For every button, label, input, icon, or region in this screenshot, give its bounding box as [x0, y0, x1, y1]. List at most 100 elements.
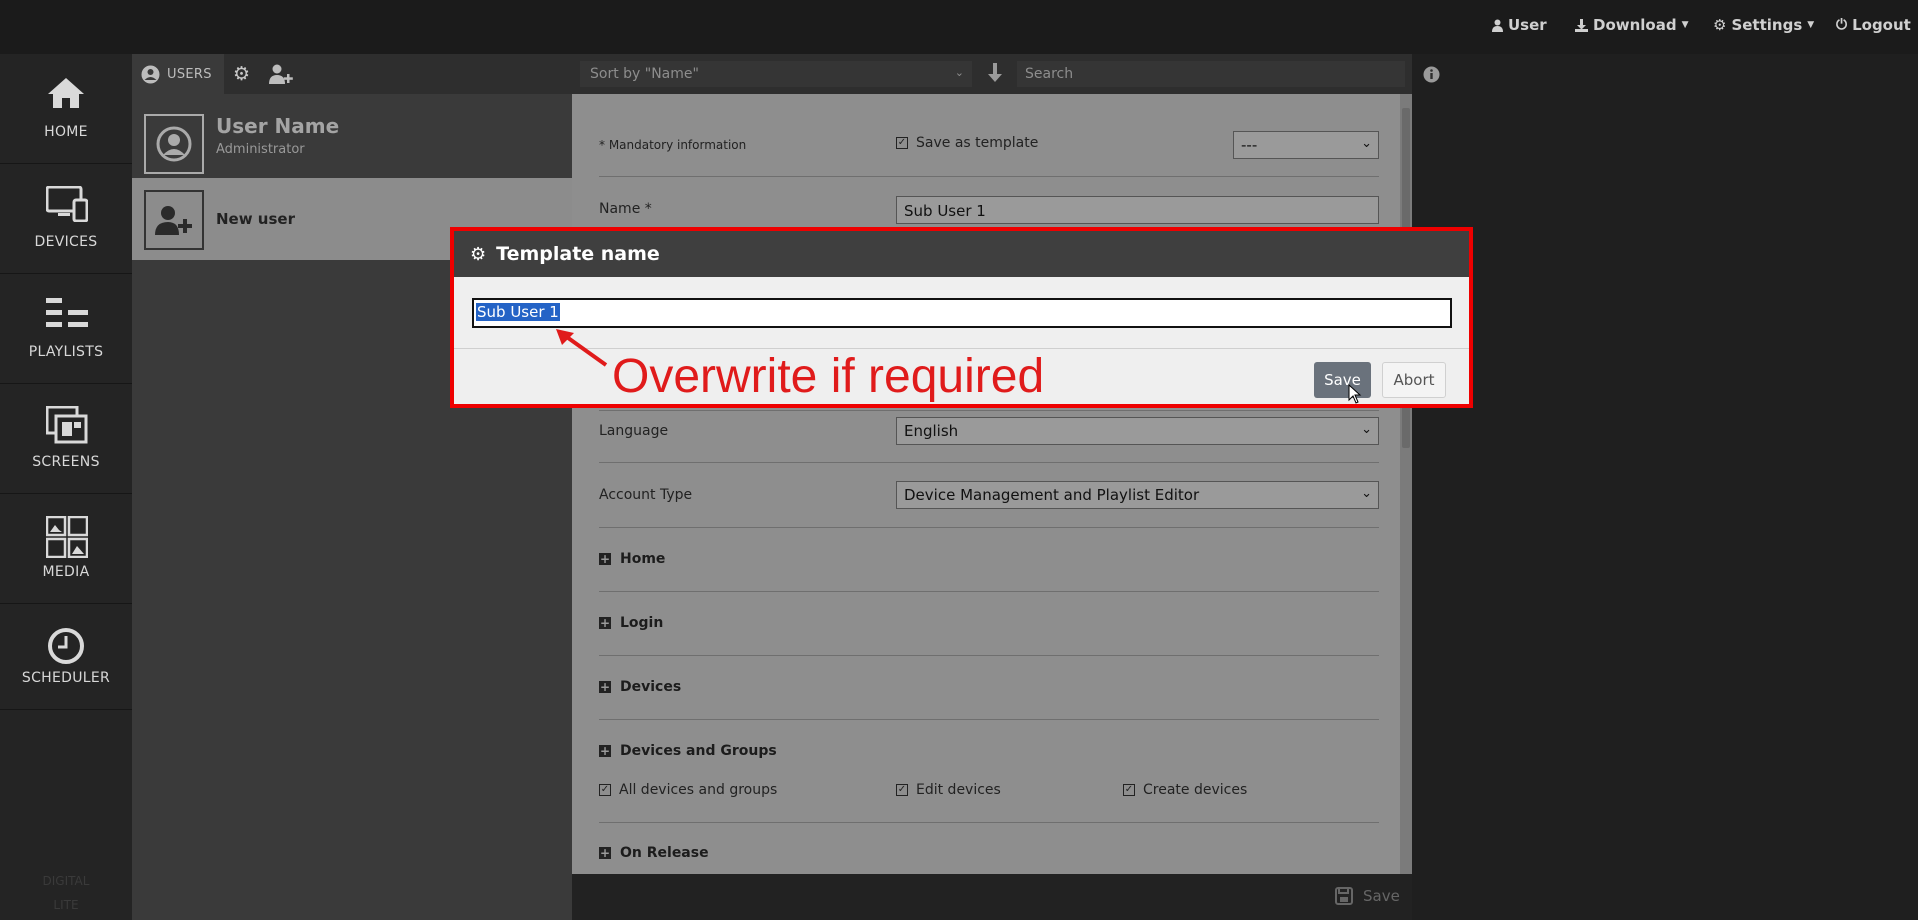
template-select[interactable]: --- ⌄ — [1233, 131, 1379, 159]
expand-plus-icon: + — [599, 680, 611, 694]
section-devices-and-groups[interactable]: + Devices and Groups — [599, 743, 777, 759]
form-save-button[interactable]: Save — [1335, 887, 1400, 905]
chevron-down-icon: ⌄ — [1361, 136, 1372, 151]
checkbox-label: Edit devices — [916, 782, 1001, 798]
logout-label: Logout — [1852, 16, 1911, 34]
media-icon — [46, 516, 88, 558]
top-bar: User Download ▼ ⚙ Settings ▼ ⏻ Logout — [0, 0, 1918, 54]
section-login[interactable]: + Login — [599, 615, 663, 631]
divider — [599, 176, 1379, 177]
annotation-text: Overwrite if required — [612, 350, 1045, 403]
settings-menu-label: Settings — [1731, 16, 1803, 34]
account-type-label: Account Type — [599, 487, 693, 503]
tab-users[interactable]: USERS — [132, 54, 224, 94]
download-menu[interactable]: Download ▼ — [1575, 16, 1689, 34]
save-as-template-checkbox[interactable]: ✓ Save as template — [896, 135, 1038, 151]
sort-direction-icon[interactable] — [986, 63, 1004, 87]
brand-footer-line2: LITE — [53, 898, 79, 912]
add-user-icon[interactable] — [269, 64, 294, 88]
sort-select[interactable]: Sort by "Name" ⌄ — [580, 61, 972, 87]
expand-plus-icon: + — [599, 744, 611, 758]
current-user-role: Administrator — [216, 142, 305, 157]
chevron-down-icon: ⌄ — [1361, 486, 1372, 501]
expand-plus-icon: + — [599, 616, 611, 630]
divider — [599, 462, 1379, 463]
nav-item-devices[interactable]: DEVICES — [0, 164, 132, 274]
download-icon — [1575, 18, 1588, 32]
form-save-label: Save — [1363, 887, 1400, 905]
form-footer: Save — [572, 874, 1412, 920]
clock-icon — [48, 628, 84, 664]
gear-icon[interactable]: ⚙ — [233, 64, 253, 84]
user-circle-icon — [141, 65, 160, 83]
user-menu-label: User — [1508, 16, 1547, 34]
create-devices-checkbox[interactable]: ✓ Create devices — [1123, 782, 1247, 798]
tab-users-label: USERS — [167, 66, 212, 82]
search-placeholder: Search — [1025, 66, 1074, 82]
language-label: Language — [599, 423, 669, 439]
users-tabbar: USERS ⚙ — [132, 54, 572, 94]
form-scrollbar[interactable] — [1400, 94, 1412, 874]
nav-label: PLAYLISTS — [28, 344, 104, 360]
nav-item-home[interactable]: HOME — [0, 54, 132, 164]
download-menu-label: Download — [1593, 16, 1677, 34]
nav-label: SCREENS — [32, 454, 100, 470]
playlist-icon — [46, 298, 88, 327]
template-select-value: --- — [1241, 136, 1258, 154]
section-label: Devices — [620, 679, 682, 695]
new-user-label: New user — [216, 210, 295, 228]
checkbox-label: All devices and groups — [619, 782, 778, 798]
user-circle-icon — [156, 126, 192, 162]
chevron-down-icon: ▼ — [1807, 20, 1815, 30]
sort-select-value: Sort by "Name" — [590, 66, 699, 82]
add-user-icon — [155, 206, 192, 235]
expand-plus-icon: + — [599, 846, 611, 860]
info-icon[interactable] — [1423, 66, 1440, 87]
section-devices[interactable]: + Devices — [599, 679, 681, 695]
arrow-down-icon — [988, 63, 1002, 82]
selected-text: Sub User 1 — [476, 303, 560, 321]
language-select[interactable]: English ⌄ — [896, 417, 1379, 445]
account-type-select-value: Device Management and Playlist Editor — [904, 486, 1200, 504]
dialog-abort-button[interactable]: Abort — [1382, 362, 1446, 398]
checkbox-label: Create devices — [1143, 782, 1248, 798]
nav-item-screens[interactable]: SCREENS — [0, 384, 132, 494]
divider — [599, 719, 1379, 720]
gear-icon: ⚙ — [1713, 16, 1727, 34]
avatar — [144, 190, 204, 250]
checkbox-checked-icon: ✓ — [896, 784, 908, 796]
section-on-release[interactable]: + On Release — [599, 845, 709, 861]
nav-item-playlists[interactable]: PLAYLISTS — [0, 274, 132, 384]
dialog-save-button[interactable]: Save — [1314, 362, 1371, 398]
section-home[interactable]: + Home — [599, 551, 665, 567]
mouse-cursor-icon — [1348, 384, 1362, 404]
user-menu[interactable]: User — [1492, 16, 1547, 34]
screens-icon — [46, 406, 88, 444]
search-input[interactable]: Search — [1017, 61, 1405, 87]
expand-plus-icon: + — [599, 552, 611, 566]
checkbox-checked-icon: ✓ — [1123, 784, 1135, 796]
template-name-dialog: ⚙ Template name Sub User 1 Overwrite if … — [450, 227, 1473, 408]
all-devices-checkbox[interactable]: ✓ All devices and groups — [599, 782, 777, 798]
logout-link[interactable]: ⏻ Logout — [1836, 16, 1911, 34]
brand-footer-line1: DIGITAL — [42, 874, 90, 888]
divider — [599, 655, 1379, 656]
mandatory-note: * Mandatory information — [599, 138, 747, 152]
home-icon — [48, 78, 84, 108]
nav-item-scheduler[interactable]: SCHEDULER — [0, 604, 132, 710]
devices-icon — [46, 186, 88, 222]
settings-menu[interactable]: ⚙ Settings ▼ — [1713, 16, 1814, 34]
current-user-card[interactable]: User Name Administrator — [132, 102, 572, 184]
nav-label: HOME — [44, 124, 88, 140]
dialog-header: ⚙ Template name — [454, 231, 1469, 277]
edit-devices-checkbox[interactable]: ✓ Edit devices — [896, 782, 1001, 798]
list-toolbar: Sort by "Name" ⌄ Search — [572, 54, 1440, 94]
divider — [599, 527, 1379, 528]
name-field[interactable]: Sub User 1 — [896, 196, 1379, 224]
nav-label: MEDIA — [42, 564, 90, 580]
nav-item-media[interactable]: MEDIA — [0, 494, 132, 604]
dialog-title: Template name — [496, 243, 660, 265]
left-navigation: HOME DEVICES PLAYLISTS SCREENS MEDIA SCH… — [0, 54, 132, 920]
account-type-select[interactable]: Device Management and Playlist Editor ⌄ — [896, 481, 1379, 509]
template-name-input[interactable]: Sub User 1 — [472, 298, 1452, 328]
